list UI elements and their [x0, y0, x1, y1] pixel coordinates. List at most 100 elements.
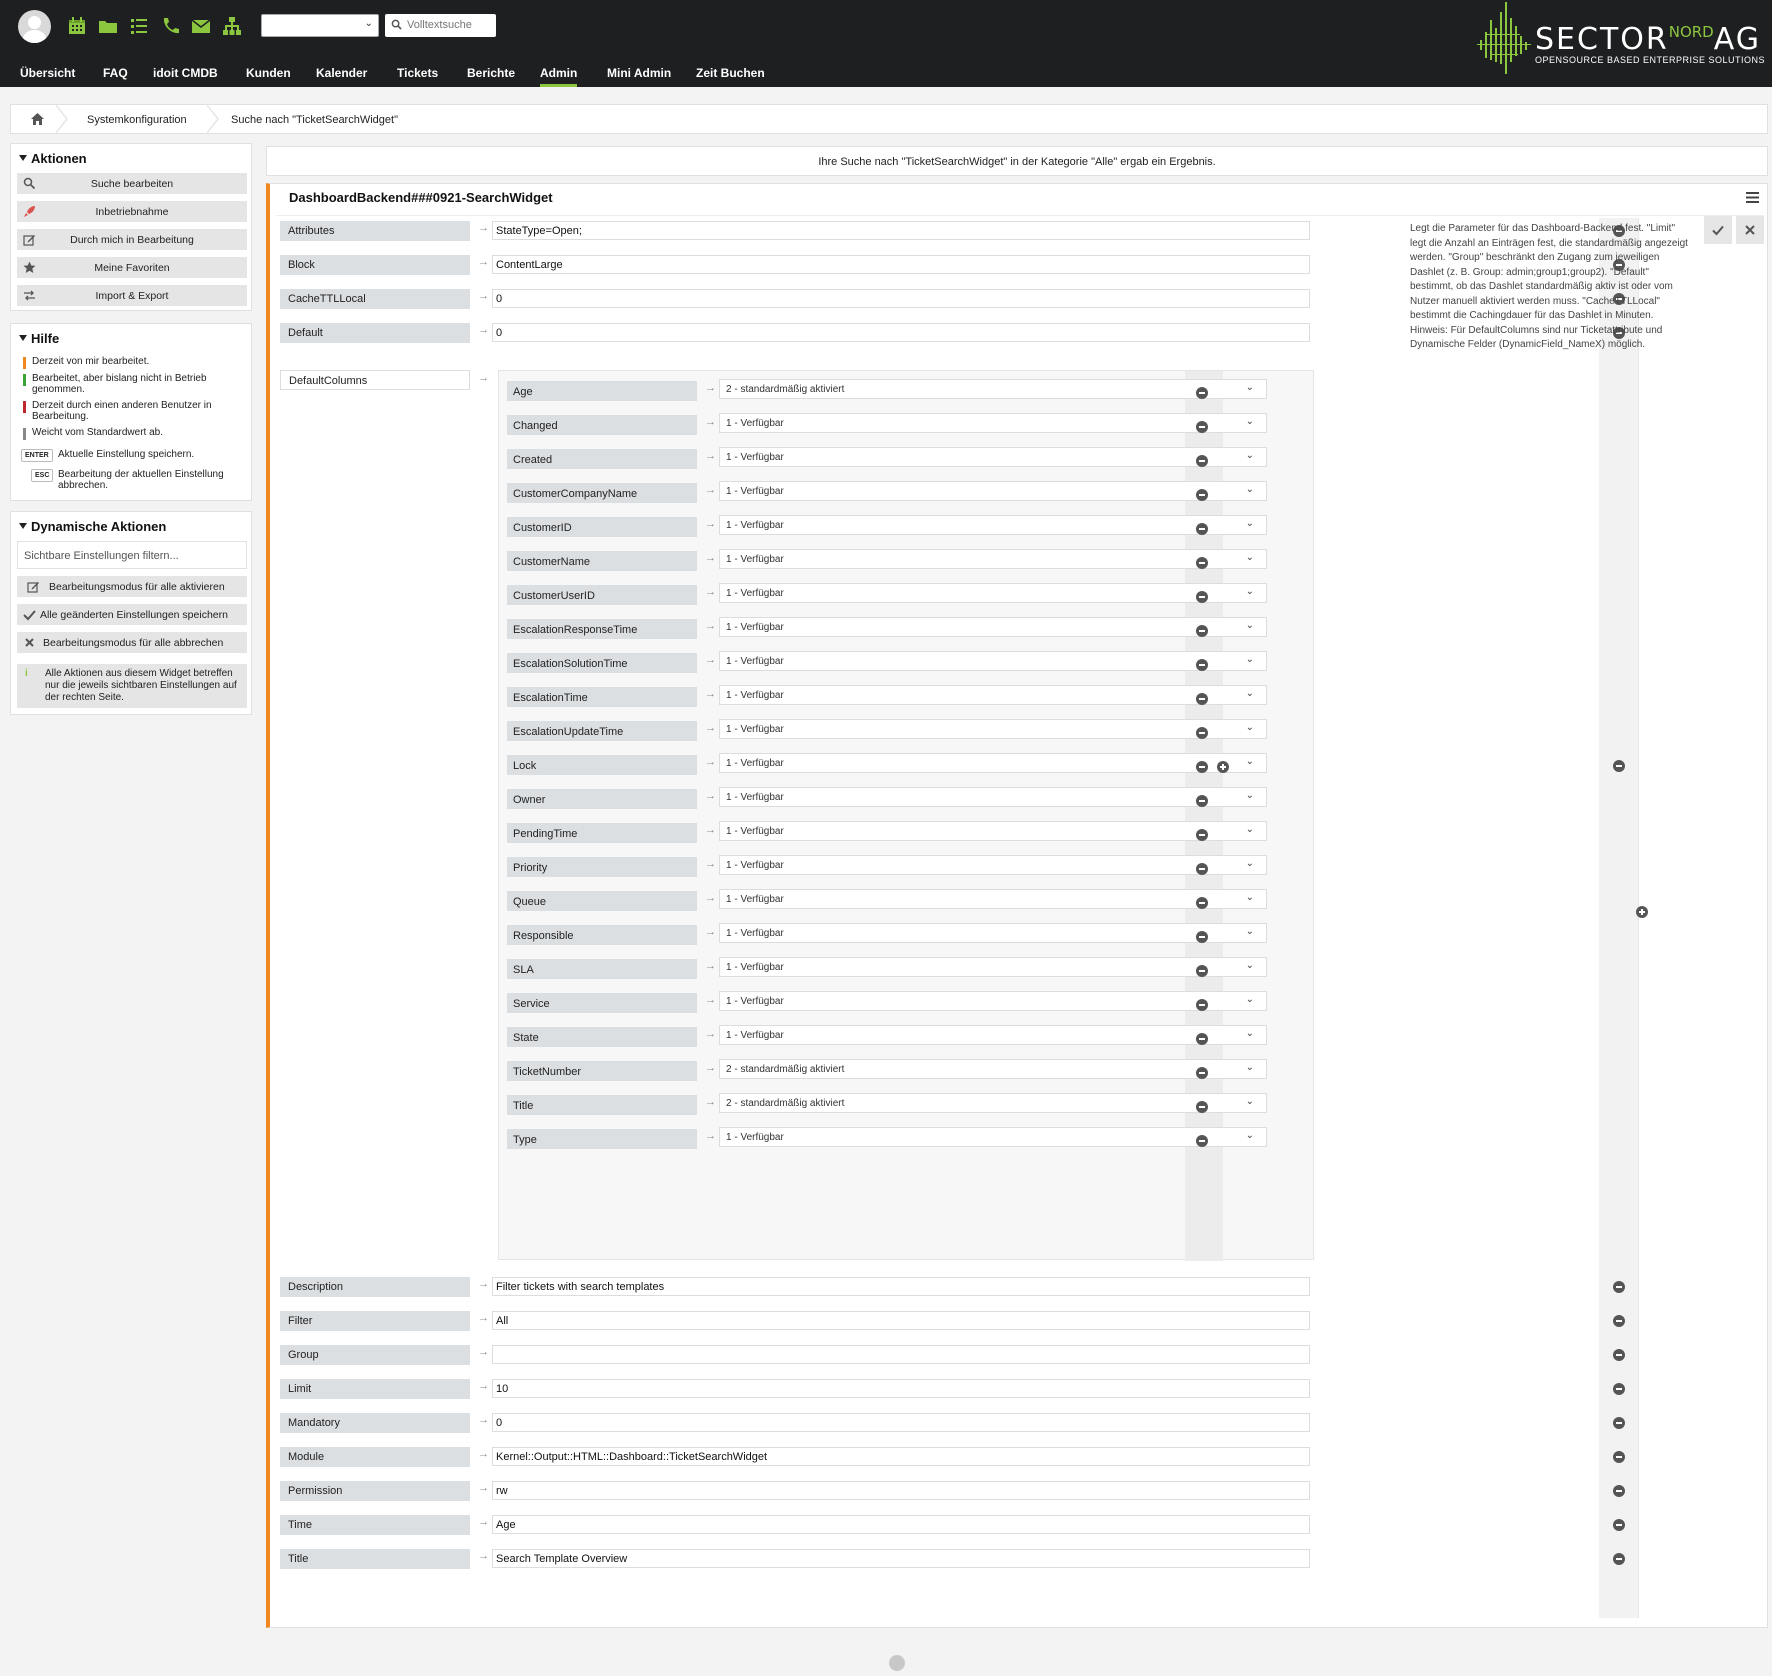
column-value-select[interactable]: 1 - Verfügbar ⌄	[719, 481, 1267, 501]
column-value-select[interactable]: 1 - Verfügbar ⌄	[719, 583, 1267, 603]
column-value-select[interactable]: 1 - Verfügbar ⌄	[719, 889, 1267, 909]
setting-value-input[interactable]: Search Template Overview	[492, 1549, 1310, 1568]
remove-icon[interactable]	[1196, 761, 1208, 773]
remove-icon[interactable]	[1613, 1349, 1625, 1361]
column-value-select[interactable]: 1 - Verfügbar ⌄	[719, 753, 1267, 773]
column-value-select[interactable]: 1 - Verfügbar ⌄	[719, 685, 1267, 705]
deployment-button[interactable]: Inbetriebnahme	[17, 201, 247, 222]
add-item-icon[interactable]	[1636, 906, 1648, 918]
nav-item[interactable]: Berichte	[467, 66, 515, 87]
remove-icon[interactable]	[1196, 421, 1208, 433]
avatar[interactable]	[18, 10, 51, 43]
remove-icon[interactable]	[1613, 760, 1625, 772]
remove-icon[interactable]	[1196, 1033, 1208, 1045]
breadcrumb-item-sysconfig[interactable]: Systemkonfiguration	[87, 114, 187, 126]
setting-value-input[interactable]: 10	[492, 1379, 1310, 1398]
remove-icon[interactable]	[1613, 1553, 1625, 1565]
list-icon[interactable]	[128, 15, 150, 37]
remove-icon[interactable]	[1196, 897, 1208, 909]
setting-value-input[interactable]: 0	[492, 323, 1310, 342]
setting-value-input[interactable]: ContentLarge	[492, 255, 1310, 274]
column-value-select[interactable]: 1 - Verfügbar ⌄	[719, 1025, 1267, 1045]
remove-icon[interactable]	[1613, 1315, 1625, 1327]
nav-item[interactable]: Zeit Buchen	[696, 66, 765, 87]
remove-icon[interactable]	[1613, 1485, 1625, 1497]
remove-icon[interactable]	[1196, 455, 1208, 467]
column-value-select[interactable]: 2 - standardmäßig aktiviert ⌄	[719, 1093, 1267, 1113]
nav-item[interactable]: FAQ	[103, 66, 128, 87]
column-value-select[interactable]: 1 - Verfügbar ⌄	[719, 991, 1267, 1011]
menu-icon[interactable]	[1746, 192, 1759, 203]
remove-icon[interactable]	[1196, 1135, 1208, 1147]
setting-value-input[interactable]: Age	[492, 1515, 1310, 1534]
remove-icon[interactable]	[1196, 489, 1208, 501]
column-value-select[interactable]: 1 - Verfügbar ⌄	[719, 1127, 1267, 1147]
edit-all-button[interactable]: Bearbeitungsmodus für alle aktivieren	[17, 576, 247, 597]
remove-icon[interactable]	[1196, 557, 1208, 569]
nav-item[interactable]: Kunden	[246, 66, 291, 87]
home-icon[interactable]	[31, 113, 44, 125]
actions-title[interactable]: Aktionen	[19, 151, 87, 166]
calendar-icon[interactable]	[66, 15, 88, 37]
remove-icon[interactable]	[1196, 999, 1208, 1011]
remove-icon[interactable]	[1196, 625, 1208, 637]
my-edits-button[interactable]: Durch mich in Bearbeitung	[17, 229, 247, 250]
remove-icon[interactable]	[1613, 1417, 1625, 1429]
column-value-select[interactable]: 1 - Verfügbar ⌄	[719, 923, 1267, 943]
edit-search-button[interactable]: Suche bearbeiten	[17, 173, 247, 194]
nav-item[interactable]: idoit CMDB	[153, 66, 218, 87]
help-title[interactable]: Hilfe	[19, 331, 59, 346]
column-value-select[interactable]: 1 - Verfügbar ⌄	[719, 617, 1267, 637]
remove-icon[interactable]	[1196, 523, 1208, 535]
cancel-all-button[interactable]: Bearbeitungsmodus für alle abbrechen	[17, 632, 247, 653]
column-value-select[interactable]: 1 - Verfügbar ⌄	[719, 957, 1267, 977]
setting-value-input[interactable]: 0	[492, 1413, 1310, 1432]
nav-item[interactable]: Mini Admin	[607, 66, 671, 87]
column-value-select[interactable]: 1 - Verfügbar ⌄	[719, 515, 1267, 535]
remove-icon[interactable]	[1196, 659, 1208, 671]
column-value-select[interactable]: 1 - Verfügbar ⌄	[719, 413, 1267, 433]
remove-icon[interactable]	[1613, 1451, 1625, 1463]
remove-icon[interactable]	[1196, 1067, 1208, 1079]
remove-icon[interactable]	[1196, 591, 1208, 603]
remove-icon[interactable]	[1613, 1281, 1625, 1293]
import-export-button[interactable]: Import & Export	[17, 285, 247, 306]
remove-icon[interactable]	[1196, 829, 1208, 841]
remove-icon[interactable]	[1196, 965, 1208, 977]
remove-icon[interactable]	[1196, 931, 1208, 943]
setting-value-input[interactable]: StateType=Open;	[492, 221, 1310, 240]
column-value-select[interactable]: 1 - Verfügbar ⌄	[719, 787, 1267, 807]
sitemap-icon[interactable]	[221, 15, 243, 37]
save-all-button[interactable]: Alle geänderten Einstellungen speichern	[17, 604, 247, 625]
column-value-select[interactable]: 1 - Verfügbar ⌄	[719, 855, 1267, 875]
nav-item[interactable]: Admin	[540, 66, 578, 87]
remove-icon[interactable]	[1196, 727, 1208, 739]
column-value-select[interactable]: 2 - standardmäßig aktiviert ⌄	[719, 1059, 1267, 1079]
column-value-select[interactable]: 2 - standardmäßig aktiviert ⌄	[719, 379, 1267, 399]
filter-settings-input[interactable]: Sichtbare Einstellungen filtern...	[17, 541, 247, 569]
remove-icon[interactable]	[1613, 1519, 1625, 1531]
setting-value-input[interactable]: All	[492, 1311, 1310, 1330]
setting-value-input[interactable]: 0	[492, 289, 1310, 308]
remove-icon[interactable]	[1196, 1101, 1208, 1113]
remove-icon[interactable]	[1196, 863, 1208, 875]
dynamic-actions-title[interactable]: Dynamische Aktionen	[19, 519, 166, 534]
my-favorites-button[interactable]: Meine Favoriten	[17, 257, 247, 278]
nav-item[interactable]: Übersicht	[20, 66, 75, 87]
save-setting-button[interactable]	[1704, 216, 1732, 244]
remove-icon[interactable]	[1196, 795, 1208, 807]
add-column-icon[interactable]	[1217, 761, 1229, 773]
nav-item[interactable]: Kalender	[316, 66, 367, 87]
column-value-select[interactable]: 1 - Verfügbar ⌄	[719, 447, 1267, 467]
remove-icon[interactable]	[1196, 387, 1208, 399]
column-value-select[interactable]: 1 - Verfügbar ⌄	[719, 549, 1267, 569]
envelope-icon[interactable]	[190, 15, 212, 37]
setting-value-input[interactable]: rw	[492, 1481, 1310, 1500]
column-value-select[interactable]: 1 - Verfügbar ⌄	[719, 719, 1267, 739]
fulltext-search-input[interactable]: Volltextsuche	[385, 14, 496, 37]
setting-value-input[interactable]: Filter tickets with search templates	[492, 1277, 1310, 1296]
remove-icon[interactable]	[1613, 1383, 1625, 1395]
cancel-setting-button[interactable]	[1736, 216, 1764, 244]
queue-select[interactable]: ⌄	[261, 14, 379, 37]
column-value-select[interactable]: 1 - Verfügbar ⌄	[719, 651, 1267, 671]
